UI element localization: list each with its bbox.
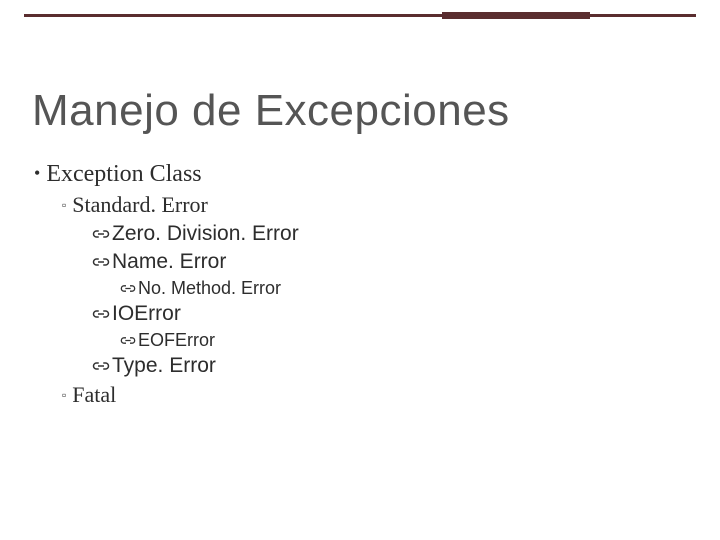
link-bullet-icon	[120, 328, 136, 352]
top-divider-line	[24, 14, 696, 17]
slide-title: Manejo de Excepciones	[32, 86, 510, 136]
list-item-label: Standard. Error	[72, 190, 208, 219]
list-item-label: Name. Error	[112, 248, 226, 276]
slide: Manejo de Excepciones • Exception Class …	[0, 0, 720, 540]
list-item: No. Method. Error	[120, 276, 680, 300]
list-item-label: Type. Error	[112, 352, 216, 380]
link-bullet-icon	[92, 302, 110, 326]
list-item: Zero. Division. Error	[92, 220, 680, 248]
list-item: Name. Error	[92, 248, 680, 276]
list-item-label: Zero. Division. Error	[112, 220, 299, 248]
bullet-square-icon: ▫	[62, 387, 66, 403]
slide-body: • Exception Class ▫ Standard. Error Zero…	[34, 158, 680, 410]
list-item: EOFError	[120, 328, 680, 352]
bullet-dot-icon: •	[34, 164, 40, 182]
link-bullet-icon	[92, 250, 110, 274]
link-bullet-icon	[92, 222, 110, 246]
list-item: ▫ Standard. Error	[62, 190, 680, 219]
list-item: IOError	[92, 300, 680, 328]
list-item-label: Exception Class	[46, 158, 201, 190]
list-item-label: EOFError	[138, 328, 215, 352]
list-item-label: Fatal	[72, 380, 116, 409]
list-item-label: IOError	[112, 300, 181, 328]
list-item-label: No. Method. Error	[138, 276, 281, 300]
list-item: ▫ Fatal	[62, 380, 680, 409]
top-divider-accent	[442, 12, 590, 19]
list-item: Type. Error	[92, 352, 680, 380]
link-bullet-icon	[120, 276, 136, 300]
bullet-square-icon: ▫	[62, 197, 66, 213]
list-item: • Exception Class	[34, 158, 680, 190]
link-bullet-icon	[92, 354, 110, 378]
